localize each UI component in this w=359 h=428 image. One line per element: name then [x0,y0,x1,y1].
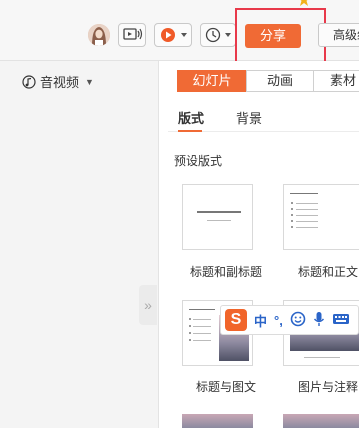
advanced-button[interactable]: 高级组 [318,23,359,47]
chevron-down-icon [181,33,187,37]
microphone-icon[interactable] [313,311,325,330]
layout-label: 标题和正文 [298,265,359,279]
clock-icon [205,27,231,43]
layout-thumb-partial[interactable] [182,414,253,428]
layout-label: 标题与图文 [196,380,257,394]
ime-toolbar[interactable]: S 中 °, [220,305,359,335]
layout-label: 标题和副标题 [190,265,263,279]
left-panel [0,61,148,428]
layout-label: 图片与注释 [298,380,359,394]
avatar-image [88,24,110,46]
ime-punctuation-toggle[interactable]: °, [274,313,283,328]
media-label: 音视频 [40,75,80,90]
layout-title-subtitle[interactable] [182,184,253,250]
sogou-logo[interactable]: S [225,309,247,331]
chevron-down-icon: ▼ [85,76,94,87]
keyboard-icon[interactable] [332,312,350,329]
play-button[interactable] [154,23,192,47]
emoji-icon[interactable] [290,311,306,330]
star-icon [300,0,308,6]
subtab-background[interactable]: 背景 [236,108,262,127]
music-note-icon [22,74,36,89]
top-toolbar: 分享 高级组 [0,0,359,72]
play-icon [161,28,187,42]
expand-panel-handle[interactable]: » [139,285,157,325]
active-subtab-indicator [178,130,202,132]
tab-animation[interactable]: 动画 [246,70,314,92]
layout-thumb-partial[interactable] [283,414,359,428]
tab-slides[interactable]: 幻灯片 [177,70,247,92]
caption-icon [123,28,143,40]
tab-materials[interactable]: 素材 [313,70,359,92]
user-avatar[interactable] [88,24,110,46]
subtab-layout[interactable]: 版式 [178,108,204,127]
section-title: 预设版式 [174,154,223,168]
layout-title-body[interactable] [283,184,359,250]
timer-button[interactable] [200,23,236,47]
media-dropdown[interactable]: 音视频 ▼ [22,72,94,91]
ime-language-toggle[interactable]: 中 [254,311,267,330]
caption-button[interactable] [118,23,146,47]
